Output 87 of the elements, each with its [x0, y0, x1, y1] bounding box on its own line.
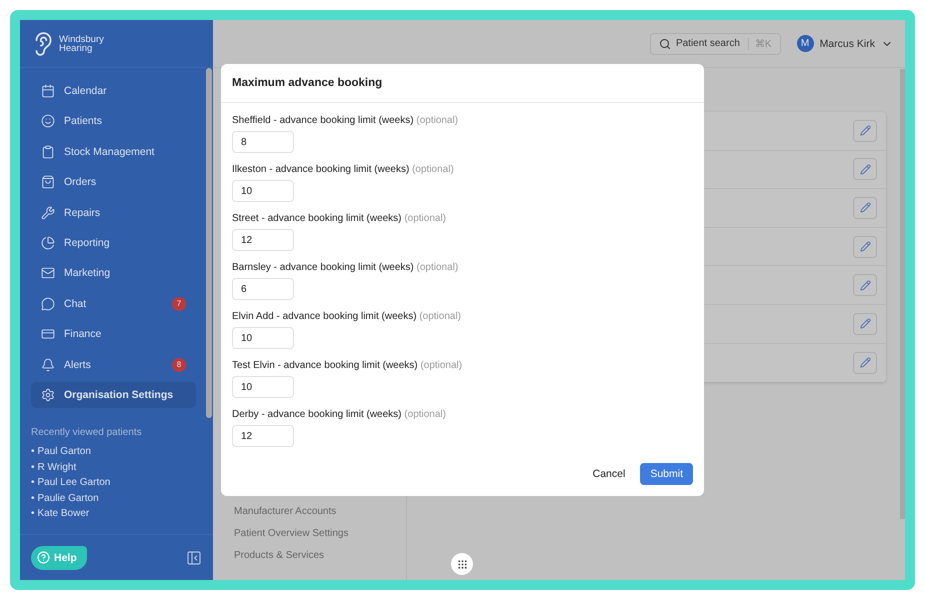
nav-label: Marketing	[64, 267, 112, 280]
input-field[interactable]: 12	[232, 425, 294, 447]
submit-button[interactable]: Submit	[640, 463, 693, 485]
edit-button[interactable]	[853, 196, 877, 219]
nav-label: Calendar	[64, 85, 108, 97]
patient-search-button[interactable]: Patient search ⌘K	[650, 32, 781, 54]
nav-item[interactable]: Orders	[31, 169, 196, 196]
calendar-icon	[41, 84, 55, 98]
field-label: Ilkeston - advance booking limit (weeks) (optional)	[232, 164, 455, 175]
edit-button[interactable]	[853, 120, 877, 142]
pencil-icon	[860, 202, 870, 214]
settings-nav-item[interactable]: Manufacturer Accounts	[234, 506, 406, 520]
pencil-icon	[860, 241, 870, 252]
drag-handle[interactable]	[451, 553, 473, 575]
nav-label: Repairs	[64, 206, 102, 219]
chat-bubble-icon	[41, 296, 55, 311]
input-field[interactable]: 8	[232, 131, 294, 153]
cancel-button[interactable]: Cancel	[590, 464, 628, 484]
settings-nav-item[interactable]: Products & Services	[234, 550, 406, 564]
nav-item[interactable]: Marketing	[31, 260, 196, 286]
patient-link[interactable]: • Kate Bower	[31, 508, 202, 520]
input-field[interactable]: 12	[232, 229, 294, 251]
field-label: Derby - advance booking limit (weeks) (optional)	[232, 409, 447, 420]
search-icon	[658, 38, 671, 50]
pencil-icon	[860, 318, 870, 330]
patient-link[interactable]: • Paulie Garton	[31, 492, 202, 504]
patient-link[interactable]: • Paul Garton	[31, 446, 202, 458]
nav-label: Alerts	[64, 358, 92, 371]
shortcut-hint: ⌘K	[748, 38, 772, 50]
dialog-title: Maximum advance booking	[232, 77, 382, 89]
grip-icon	[456, 558, 468, 570]
count-badge: 8	[172, 358, 186, 372]
field-label: Elvin Add - advance booking limit (weeks) (optional)	[232, 311, 462, 322]
scrollbar[interactable]	[900, 69, 905, 519]
pencil-icon	[860, 280, 870, 291]
nav-item[interactable]: Repairs	[31, 200, 196, 226]
edit-button[interactable]	[853, 274, 877, 296]
edit-button[interactable]	[853, 158, 877, 180]
pie-chart-icon	[41, 236, 55, 250]
card-icon	[41, 327, 55, 342]
brand-name: Windsbury Hearing	[59, 34, 104, 52]
nav-item[interactable]: Reporting	[31, 230, 196, 256]
nav-item[interactable]: Organisation Settings	[31, 382, 196, 408]
scrollbar[interactable]	[206, 68, 212, 418]
field-label: Barnsley - advance booking limit (weeks) (optional)	[232, 262, 460, 273]
nav-label: Stock Management	[64, 146, 156, 158]
nav-label: Reporting	[64, 236, 111, 249]
nav-item[interactable]: Finance	[31, 321, 196, 348]
nav-label: Finance	[64, 328, 102, 340]
count-badge: 7	[172, 296, 186, 311]
patient-link[interactable]: • Paul Lee Garton	[31, 477, 202, 488]
help-icon	[37, 551, 50, 564]
nav-item[interactable]: Calendar	[31, 78, 196, 104]
nav-item[interactable]: Patients	[31, 108, 196, 134]
wrench-icon	[41, 206, 55, 220]
settings-nav-item[interactable]: Patient Overview Settings	[234, 528, 406, 542]
input-field[interactable]: 6	[232, 278, 294, 300]
input-field[interactable]: 10	[232, 327, 294, 349]
edit-button[interactable]	[853, 352, 877, 374]
edit-button[interactable]	[853, 236, 877, 258]
field-label: Sheffield - advance booking limit (weeks) (optional)	[232, 115, 460, 126]
avatar: M	[796, 35, 814, 52]
bell-icon	[41, 358, 55, 372]
field-label: Test Elvin - advance booking limit (weeks) (optional)	[232, 360, 464, 371]
patient-link[interactable]: • R Wright	[31, 462, 202, 473]
input-field[interactable]: 10	[232, 376, 294, 398]
nav-label: Patients	[64, 115, 103, 128]
clipboard-icon	[41, 144, 55, 159]
bag-icon	[41, 175, 55, 190]
nav-item[interactable]: Alerts 8	[31, 352, 196, 378]
input-field[interactable]: 10	[232, 180, 294, 202]
nav-label: Organisation Settings	[64, 388, 174, 401]
pencil-icon	[860, 164, 870, 175]
nav-label: Chat	[64, 298, 88, 310]
nav-label: Orders	[64, 176, 98, 188]
collapse-sidebar-icon[interactable]	[186, 550, 202, 566]
pencil-icon	[860, 357, 870, 368]
edit-button[interactable]	[853, 312, 877, 335]
section-heading: Recently viewed patients	[31, 426, 143, 438]
envelope-icon	[41, 266, 55, 280]
settings-icon	[41, 388, 55, 402]
nav-item[interactable]: Stock Management	[31, 138, 196, 165]
pencil-icon	[860, 125, 870, 136]
nav-item[interactable]: Chat 7	[31, 290, 196, 317]
field-label: Street - advance booking limit (weeks) (optional)	[232, 213, 448, 224]
smiley-icon	[41, 114, 55, 128]
user-menu[interactable]: M Marcus Kirk	[796, 35, 893, 52]
